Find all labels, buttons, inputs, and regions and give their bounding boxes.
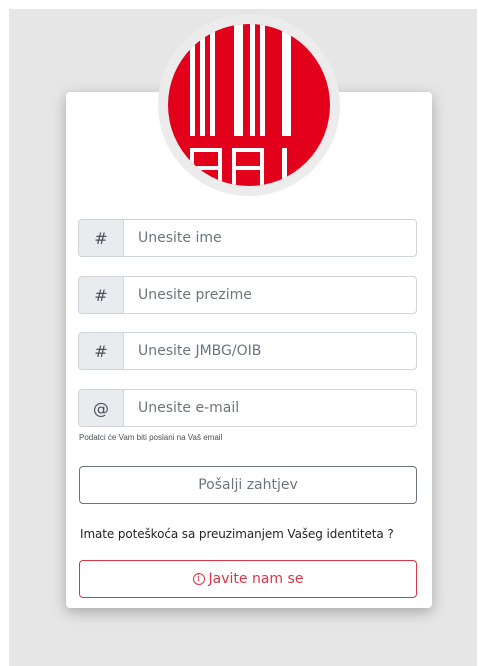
send-request-button[interactable]: Pošalji zahtjev [79,466,417,504]
contact-us-label: Javite nam se [208,571,304,587]
logo-frame [158,14,340,196]
first-name-input[interactable] [124,220,416,256]
email-field[interactable]: @ [78,389,417,427]
first-name-field[interactable]: # [78,219,417,257]
contact-us-button[interactable]: i Javite nam se [79,560,417,598]
jmbg-oib-field[interactable]: # [78,332,417,370]
jmbg-oib-input[interactable] [124,333,416,369]
email-input[interactable] [124,390,416,426]
last-name-input[interactable] [124,277,416,313]
hash-icon: # [79,277,124,313]
logo-icon [168,24,330,186]
info-icon: i [192,573,205,585]
hash-icon: # [79,333,124,369]
hash-icon: # [79,220,124,256]
last-name-field[interactable]: # [78,276,417,314]
at-sign-icon: @ [79,390,124,426]
help-question: Imate poteškoća sa preuzimanjem Vašeg id… [80,527,394,541]
email-hint: Podatci će Vam biti poslani na Vaš email [79,433,223,442]
